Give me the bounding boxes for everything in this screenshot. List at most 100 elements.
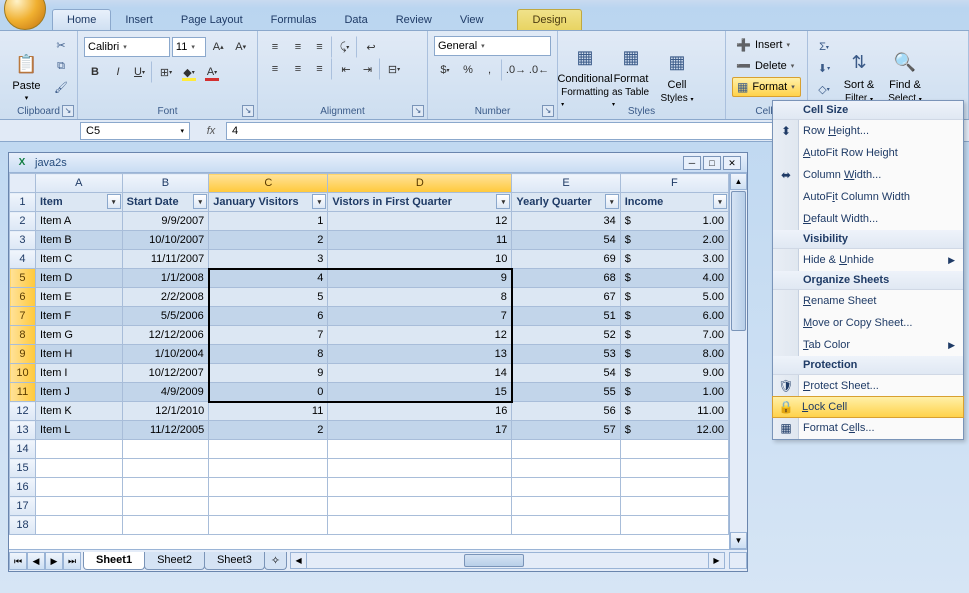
table-row[interactable]: 2Item A9/9/200711234$1.00 [10, 212, 729, 231]
fill-button[interactable]: ⬇▾ [814, 59, 834, 77]
col-header-c[interactable]: C [209, 174, 328, 193]
delete-cells-button[interactable]: ➖Delete▾ [732, 56, 801, 76]
menu-format-cells[interactable]: ▦Format Cells... [773, 417, 963, 439]
table-header-january[interactable]: January Visitors▾ [209, 193, 328, 212]
font-dialog-launcher[interactable]: ↘ [242, 105, 254, 117]
insert-cells-button[interactable]: ➕Insert▾ [732, 35, 801, 55]
bold-button[interactable]: B [84, 61, 106, 83]
menu-move-copy-sheet[interactable]: Move or Copy Sheet... [773, 312, 963, 334]
tab-page-layout[interactable]: Page Layout [167, 10, 257, 30]
percent-button[interactable]: % [457, 59, 479, 81]
fx-button[interactable]: fx [196, 125, 226, 137]
col-header-a[interactable]: A [35, 174, 122, 193]
border-button[interactable]: ⊞▾ [155, 61, 177, 83]
menu-protect-sheet[interactable]: 🛡Protect Sheet... [773, 375, 963, 397]
menu-autofit-row-height[interactable]: AutoFit Row Height [773, 142, 963, 164]
select-all-corner[interactable] [10, 174, 36, 193]
copy-button[interactable]: ⧉ [51, 57, 71, 75]
font-color-button[interactable]: A▾ [201, 61, 223, 83]
align-middle-button[interactable]: ≡ [287, 36, 309, 58]
table-row[interactable]: 15 [10, 459, 729, 478]
align-center-button[interactable]: ≡ [287, 58, 309, 80]
align-left-button[interactable]: ≡ [264, 58, 286, 80]
col-header-d[interactable]: D [328, 174, 512, 193]
spreadsheet-grid[interactable]: A B C D E F 1 Item▾ Start Date▾ January … [9, 173, 729, 535]
underline-button[interactable]: U▾ [130, 61, 152, 83]
comma-button[interactable]: , [480, 59, 502, 81]
merge-button[interactable]: ⊟▾ [383, 58, 405, 80]
align-top-button[interactable]: ≡ [264, 36, 286, 58]
col-header-e[interactable]: E [512, 174, 620, 193]
table-row[interactable]: 7Item F5/5/20066751$6.00 [10, 307, 729, 326]
format-painter-button[interactable]: 🖌 [51, 78, 71, 96]
col-header-f[interactable]: F [620, 174, 728, 193]
table-row[interactable]: 6Item E2/2/20085867$5.00 [10, 288, 729, 307]
table-row[interactable]: 16 [10, 478, 729, 497]
table-header-yq[interactable]: Yearly Quarter▾ [512, 193, 620, 212]
table-row[interactable]: 13Item L11/12/200521757$12.00 [10, 421, 729, 440]
autosum-button[interactable]: Σ▾ [814, 38, 834, 56]
table-row[interactable]: 5Item D1/1/20084968$4.00 [10, 269, 729, 288]
sheet-tab-1[interactable]: Sheet1 [83, 552, 145, 570]
table-header-income[interactable]: Income▾ [620, 193, 728, 212]
vertical-scrollbar[interactable]: ▲ ▼ [729, 173, 747, 549]
table-row[interactable]: 18 [10, 516, 729, 535]
filter-button[interactable]: ▾ [107, 194, 121, 209]
sheet-tab-3[interactable]: Sheet3 [204, 552, 265, 570]
fill-color-button[interactable]: ◆▾ [178, 61, 200, 83]
menu-autofit-column-width[interactable]: AutoFit Column Width [773, 186, 963, 208]
new-sheet-button[interactable]: ✧ [264, 552, 287, 570]
table-row[interactable]: 8Item G12/12/200671252$7.00 [10, 326, 729, 345]
cut-button[interactable]: ✂ [51, 36, 71, 54]
clear-button[interactable]: ◇▾ [814, 80, 834, 98]
minimize-button[interactable]: ─ [683, 156, 701, 170]
sheet-nav-prev[interactable]: ◀ [27, 552, 45, 570]
decrease-decimal-button[interactable]: .0← [528, 59, 550, 81]
shrink-font-button[interactable]: A▾ [230, 36, 251, 58]
italic-button[interactable]: I [107, 61, 129, 83]
menu-rename-sheet[interactable]: Rename Sheet [773, 290, 963, 312]
table-row[interactable]: 11Item J4/9/200901555$1.00 [10, 383, 729, 402]
sheet-nav-next[interactable]: ▶ [45, 552, 63, 570]
workbook-titlebar[interactable]: X java2s ─ □ ✕ [9, 153, 747, 173]
scroll-right-button[interactable]: ▶ [708, 553, 724, 568]
horizontal-scrollbar[interactable]: ◀ ▶ [290, 552, 725, 569]
col-header-b[interactable]: B [122, 174, 209, 193]
number-format-combo[interactable]: General▾ [434, 36, 551, 56]
menu-hide-unhide[interactable]: Hide & Unhide▶ [773, 249, 963, 271]
resize-grip[interactable] [729, 552, 747, 569]
menu-column-width[interactable]: ⬌Column Width... [773, 164, 963, 186]
font-name-combo[interactable]: Calibri▾ [84, 37, 170, 57]
clipboard-dialog-launcher[interactable]: ↘ [62, 105, 74, 117]
alignment-dialog-launcher[interactable]: ↘ [412, 105, 424, 117]
scroll-up-button[interactable]: ▲ [730, 173, 747, 190]
increase-decimal-button[interactable]: .0→ [505, 59, 527, 81]
name-box[interactable]: C5▾ [80, 122, 190, 140]
orientation-button[interactable]: ⤹▾ [335, 36, 357, 58]
filter-button[interactable]: ▾ [193, 194, 207, 209]
table-header-q1[interactable]: Vistors in First Quarter▾ [328, 193, 512, 212]
font-size-combo[interactable]: 11▾ [172, 37, 206, 57]
tab-data[interactable]: Data [330, 10, 381, 30]
scroll-left-button[interactable]: ◀ [291, 553, 307, 568]
sheet-nav-first[interactable]: ⏮ [9, 552, 27, 570]
number-dialog-launcher[interactable]: ↘ [542, 105, 554, 117]
table-header-item[interactable]: Item▾ [35, 193, 122, 212]
tab-view[interactable]: View [446, 10, 498, 30]
format-cells-button[interactable]: ▦Format▾ [732, 77, 801, 97]
table-row[interactable]: 17 [10, 497, 729, 516]
maximize-button[interactable]: □ [703, 156, 721, 170]
sheet-nav-last[interactable]: ⏭ [63, 552, 81, 570]
scroll-thumb[interactable] [731, 191, 746, 331]
wrap-text-button[interactable]: ↩ [360, 36, 382, 58]
align-right-button[interactable]: ≡ [310, 58, 332, 80]
sheet-tab-2[interactable]: Sheet2 [144, 552, 205, 570]
menu-lock-cell[interactable]: 🔒Lock Cell [772, 396, 964, 418]
tab-review[interactable]: Review [382, 10, 446, 30]
menu-row-height[interactable]: ⬍Row Height... [773, 120, 963, 142]
tab-formulas[interactable]: Formulas [257, 10, 331, 30]
filter-button[interactable]: ▾ [496, 194, 510, 209]
table-header-start-date[interactable]: Start Date▾ [122, 193, 209, 212]
scroll-down-button[interactable]: ▼ [730, 532, 747, 549]
filter-button[interactable]: ▾ [713, 194, 727, 209]
